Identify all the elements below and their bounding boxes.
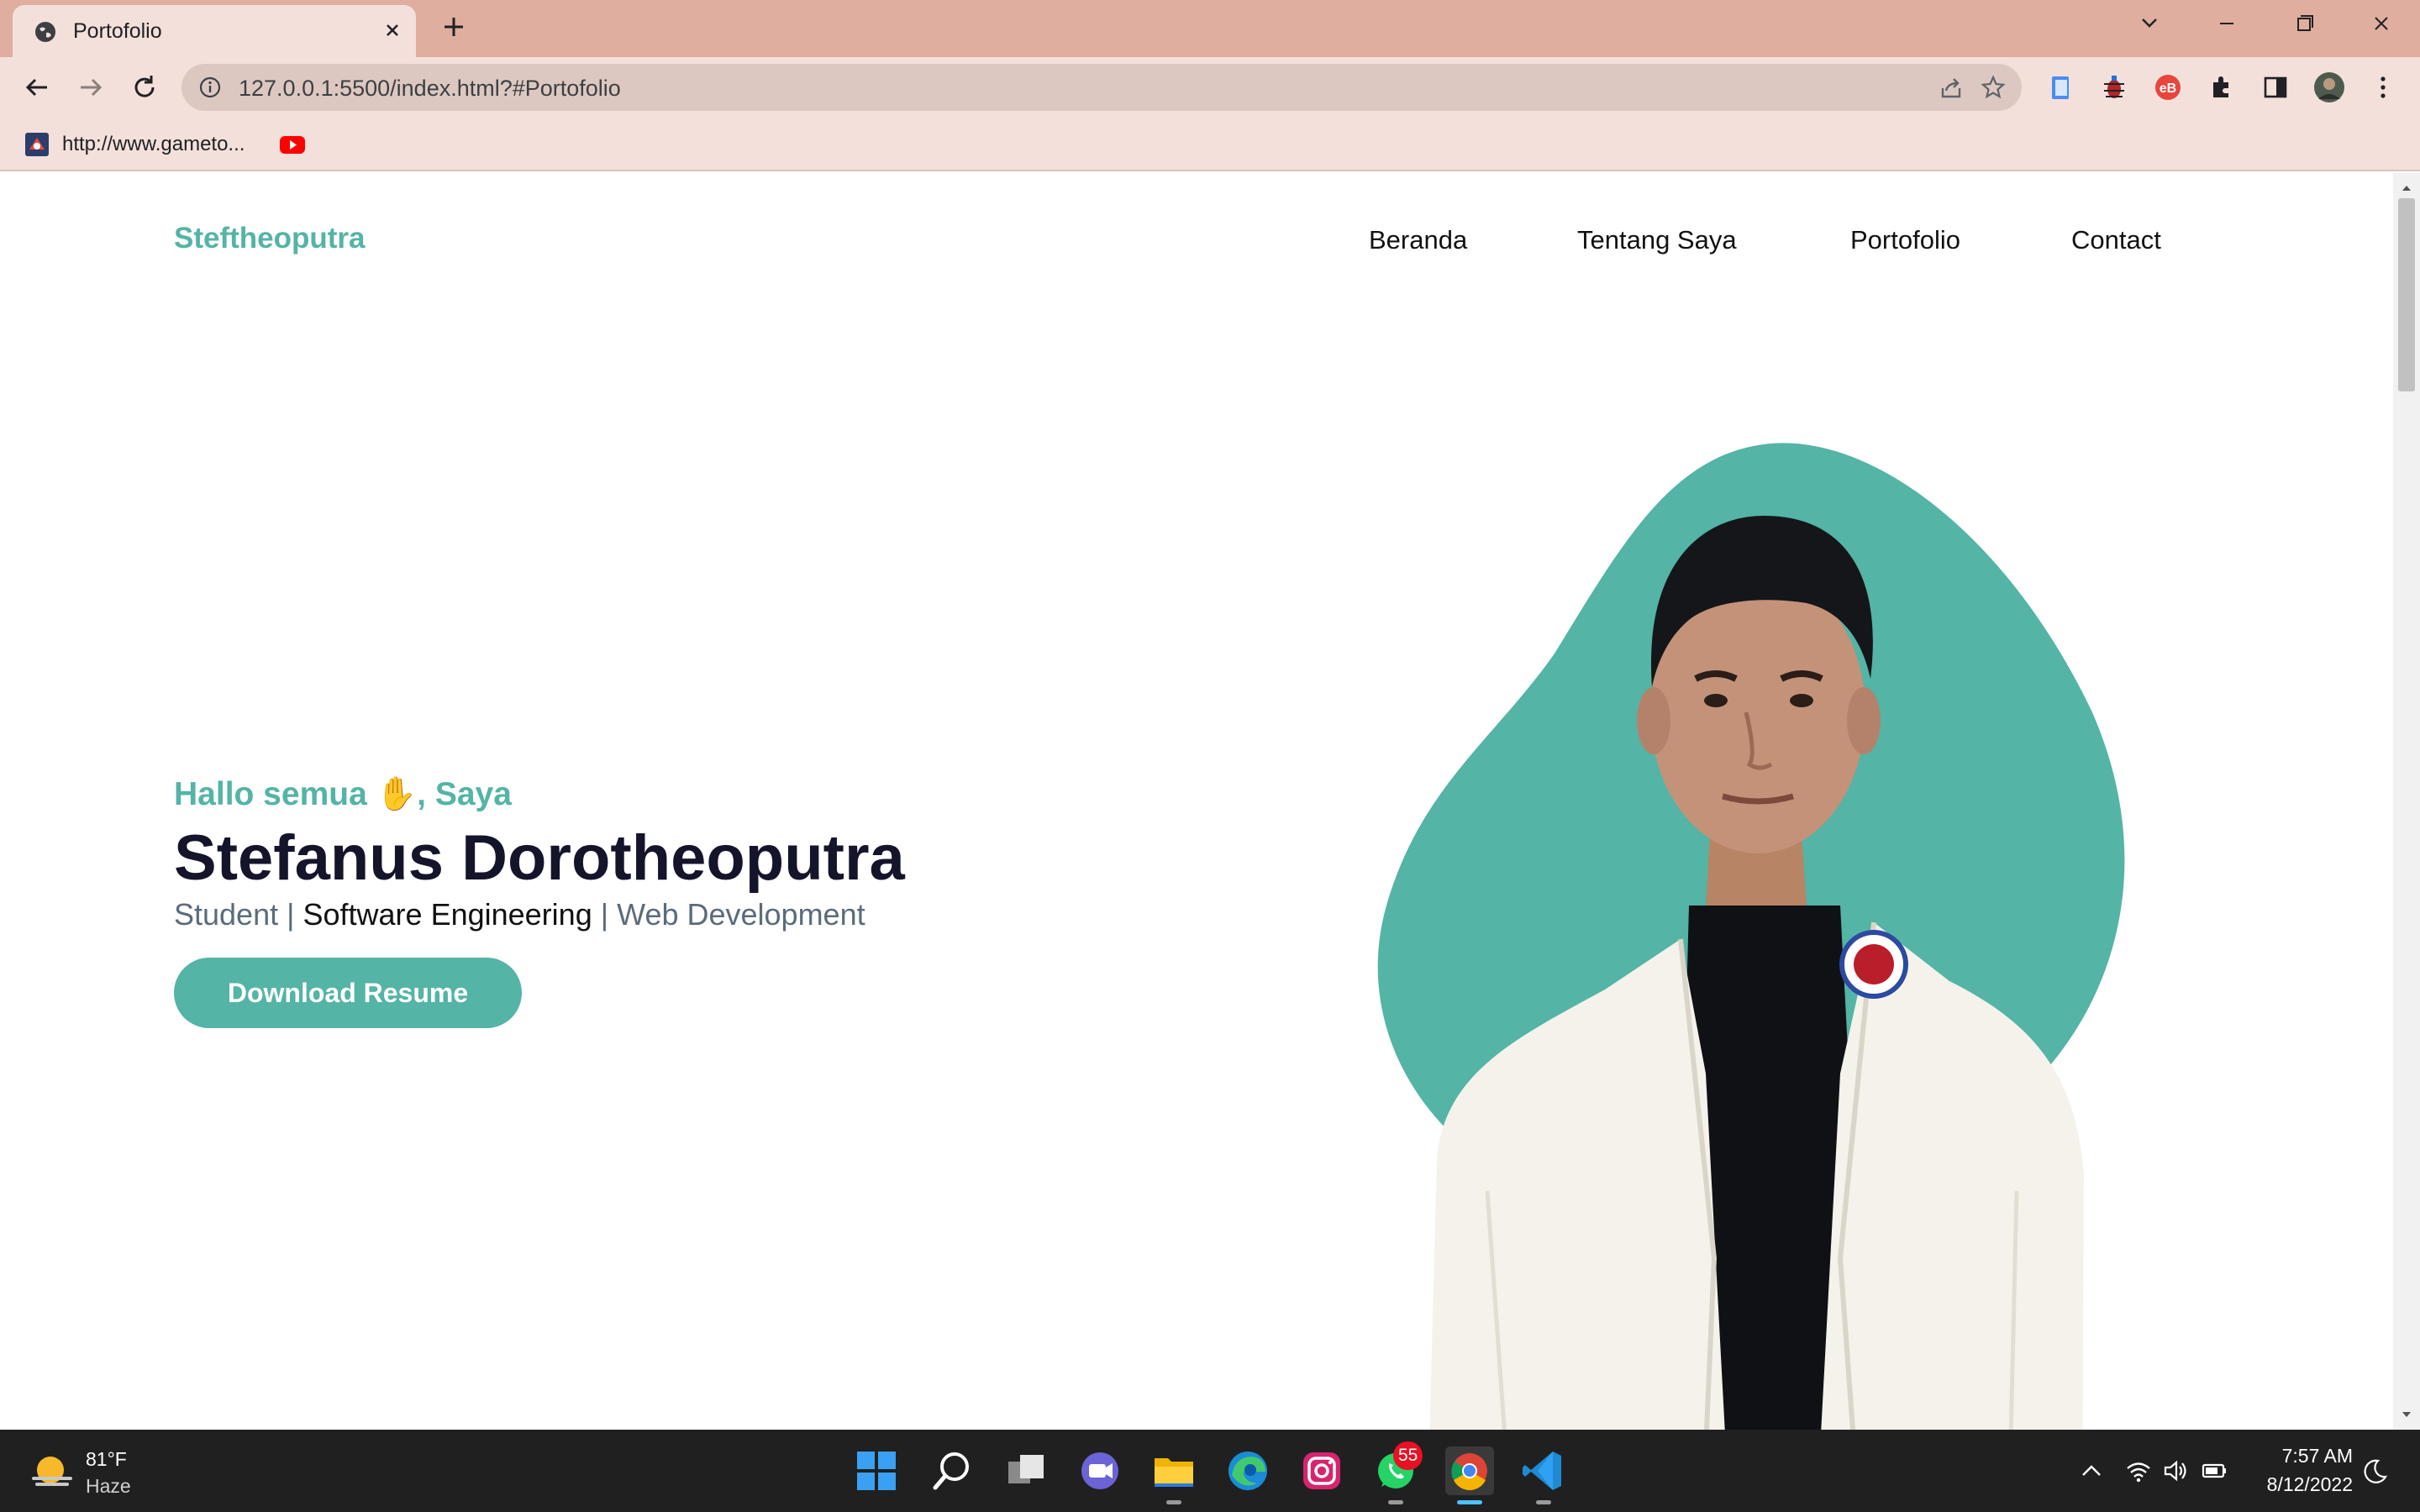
page-viewport: Steftheoputra Beranda Tentang Saya Porto… [0,173,2393,1430]
extensions-puzzle-icon[interactable] [2205,71,2238,104]
scroll-up-icon[interactable] [2400,181,2413,195]
close-tab-icon[interactable] [379,17,406,44]
weather-condition[interactable]: Haze [86,1475,131,1498]
waving-hand-emoji: ✋ [376,776,418,812]
youtube-icon [280,136,305,154]
focus-moon-icon[interactable] [2361,1457,2390,1485]
windows-taskbar: 81°F Haze 55 7:57 AM 8/12/2022 [0,1430,2420,1512]
bookmark-label: http://www.gameto... [62,133,245,155]
role-separator: | [287,897,295,932]
volume-icon[interactable] [2161,1457,2190,1485]
svg-text:eB: eB [2160,81,2176,96]
bookmarks-bar: http://www.gameto... [0,118,2420,171]
chrome-menu-icon[interactable] [2366,71,2400,104]
explorer-running-indicator [1166,1500,1181,1504]
close-window-icon[interactable] [2365,10,2398,37]
scroll-down-icon[interactable] [2400,1408,2413,1421]
hero-roles: Student | Software Engineering | Web Dev… [174,897,865,932]
bookmark-gametop[interactable]: http://www.gameto... [24,128,245,161]
instagram-icon[interactable] [1297,1446,1346,1495]
nav-link-portofolio[interactable]: Portofolio [1850,225,1960,255]
weather-haze-icon[interactable] [30,1452,74,1492]
hero-greeting: Hallo semua ✋, Saya [174,774,512,813]
minimize-icon[interactable] [2210,10,2244,37]
battery-icon[interactable] [2200,1457,2228,1485]
back-icon[interactable] [20,71,54,104]
browser-toolbar: 127.0.0.1:5500/index.html?#Portofolio eB [0,57,2420,118]
role-student: Student [174,897,279,932]
gametop-favicon-icon [25,133,49,156]
clock-time[interactable]: 7:57 AM [2269,1445,2353,1467]
bookmark-youtube[interactable] [279,128,318,161]
wifi-icon[interactable] [2124,1457,2153,1485]
greeting-suffix: , Saya [417,776,512,812]
share-icon[interactable] [1938,75,1965,102]
vscode-running-indicator [1536,1500,1551,1504]
b-extension-icon[interactable]: eB [2151,71,2185,104]
search-icon[interactable] [928,1446,976,1495]
whatsapp-unread-badge: 55 [1393,1441,1423,1470]
hero-name: Stefanus Dorotheoputra [174,822,905,894]
nav-link-contact[interactable]: Contact [2071,225,2161,255]
clock-date[interactable]: 8/12/2022 [2244,1473,2353,1496]
page-scrollbar[interactable] [2393,173,2420,1430]
restore-icon[interactable] [2287,10,2321,37]
teams-chat-icon[interactable] [1076,1446,1124,1495]
role-separator: | [600,897,609,932]
task-view-icon[interactable] [1002,1446,1050,1495]
file-explorer-icon[interactable] [1150,1446,1198,1495]
role-software-engineering: Software Engineering [302,897,592,932]
start-icon[interactable] [852,1446,901,1495]
role-web-development: Web Development [617,897,865,932]
reload-icon[interactable] [128,71,161,104]
chrome-active-indicator [1457,1500,1482,1504]
profile-avatar[interactable] [2312,71,2346,104]
site-logo[interactable]: Steftheoputra [174,222,366,255]
side-panel-icon[interactable] [2259,71,2292,104]
chrome-icon[interactable] [1445,1446,1494,1495]
bookmark-star-icon[interactable] [1980,74,2007,101]
clipboard-extension-icon[interactable] [2044,71,2077,104]
browser-tab[interactable]: Portofolio [13,5,416,57]
greeting-text: Hallo semua [174,776,367,812]
tab-search-chevron-icon[interactable] [2133,10,2166,37]
bug-extension-icon[interactable] [2097,71,2131,104]
tab-title: Portofolio [73,19,162,43]
forward-icon[interactable] [74,71,108,104]
profile-photo [1377,443,2125,1430]
download-resume-button[interactable]: Download Resume [174,958,522,1028]
tab-strip: Portofolio [0,0,2420,57]
site-info-icon[interactable] [198,76,222,99]
new-tab-icon[interactable] [439,12,469,42]
nav-link-beranda[interactable]: Beranda [1369,225,1467,255]
edge-icon[interactable] [1223,1446,1272,1495]
scroll-thumb[interactable] [2398,198,2415,391]
address-text[interactable]: 127.0.0.1:5500/index.html?#Portofolio [239,76,621,102]
globe-icon [35,22,55,42]
weather-temperature[interactable]: 81°F [86,1448,127,1471]
address-bar[interactable]: 127.0.0.1:5500/index.html?#Portofolio [182,64,2022,111]
show-hidden-icons-chevron-icon[interactable] [2077,1457,2106,1485]
nav-link-tentang-saya[interactable]: Tentang Saya [1577,225,1737,255]
vscode-icon[interactable] [1519,1446,1568,1495]
whatsapp-running-indicator [1388,1500,1403,1504]
